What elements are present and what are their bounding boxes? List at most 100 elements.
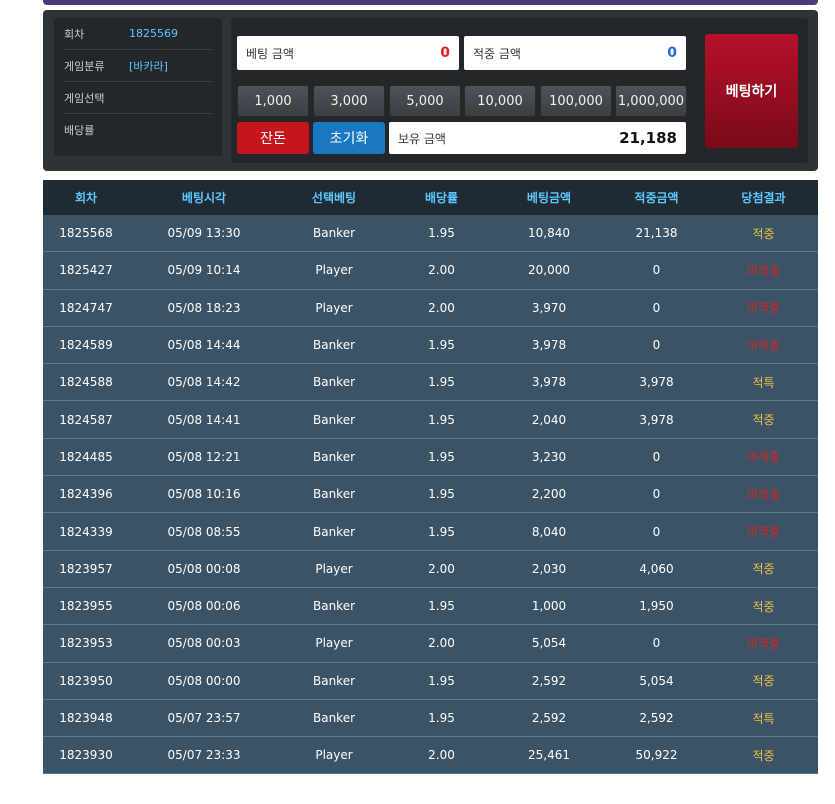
cell-bet-amount: 2,200 [531,487,567,502]
cell-selection: Player [315,263,353,278]
header-bet-amount: 베팅금액 [526,191,572,205]
chip-10000-button[interactable]: 10,000 [464,85,536,117]
cell-bet-amount: 2,030 [531,561,567,576]
table-row: 1824396 05/08 10:16 Banker 1.95 2,200 0 미적중 [43,476,818,514]
game-type-value: [바카라] [129,59,168,73]
bet-amount-field[interactable]: 베팅 금액 0 [237,36,459,70]
table-row: 1823953 05/08 00:03 Player 2.00 5,054 0 미적중 [43,625,818,663]
cell-odds: 1.95 [428,711,455,725]
cell-result: 적특 [752,375,775,390]
cell-result: 미적중 [746,525,781,540]
table-row: 1824485 05/08 12:21 Banker 1.95 3,230 0 미적중 [43,438,818,477]
cell-bet-amount: 2,592 [531,711,567,725]
bet-amount-label: 베팅 금액 [246,46,294,61]
cell-result: 미적중 [746,450,781,465]
cell-bet-time: 05/07 23:57 [167,711,241,725]
cell-result: 적중 [752,226,775,241]
header-round: 회차 [74,191,98,205]
cell-round: 1824396 [59,487,113,502]
cell-result: 적중 [752,413,775,428]
cell-bet-amount: 10,840 [528,226,570,241]
cell-result: 적중 [752,562,775,577]
cell-win-amount: 0 [652,487,661,502]
cell-bet-amount: 3,978 [531,338,567,353]
game-info-box: 회차 1825569 게임분류 [바카라] 게임선택 배당률 [54,18,222,156]
cell-win-amount: 21,138 [635,226,678,241]
cell-odds: 2.00 [428,748,455,763]
table-header: 회차 베팅시각 선택베팅 배당률 베팅금액 적중금액 당첨결과 [43,180,818,215]
cell-result: 적중 [752,674,775,689]
bet-controls: 베팅 금액 0 적중 금액 0 1,000 3,000 5,000 10,000… [231,18,808,163]
cell-selection: Banker [312,487,356,502]
table-row: 1824747 05/08 18:23 Player 2.00 3,970 0 미적중 [43,289,818,327]
game-select-label: 게임선택 [64,91,105,105]
round-value: 1825569 [129,27,178,40]
win-amount-value: 0 [667,45,677,61]
cell-win-amount: 0 [652,338,661,353]
cell-selection: Player [315,561,353,576]
cell-result: 적중 [752,748,775,763]
table-body: 1825568 05/09 13:30 Banker 1.95 10,840 21,138… [43,215,818,775]
reset-button[interactable]: 초기화 [313,122,385,154]
cell-round: 1824589 [59,338,113,353]
header-bet-time: 베팅시각 [181,191,227,205]
cell-selection: Banker [312,599,356,614]
chip-5000-button[interactable]: 5,000 [389,85,461,117]
cell-bet-time: 05/08 14:41 [167,412,241,427]
cell-odds: 1.95 [428,524,455,539]
remainder-button[interactable]: 잔돈 [237,122,309,154]
cell-bet-time: 05/08 10:16 [167,487,241,502]
header-selection: 선택베팅 [311,191,357,205]
info-row-odds: 배당률 [64,114,212,145]
cell-round: 1823950 [59,673,113,688]
cell-win-amount: 4,060 [639,561,674,576]
cell-bet-amount: 1,000 [531,599,567,614]
place-bet-button[interactable]: 베팅하기 [705,34,798,148]
cell-round: 1823948 [59,711,113,725]
cell-odds: 1.95 [428,338,455,353]
win-amount-field: 적중 금액 0 [464,36,686,70]
betting-panel: 회차 1825569 게임분류 [바카라] 게임선택 배당률 베팅 금액 0 적… [43,10,818,171]
cell-bet-amount: 3,978 [531,375,567,390]
cell-win-amount: 50,922 [635,748,678,763]
balance-label: 보유 금액 [398,131,446,146]
table-row: 1824587 05/08 14:41 Banker 1.95 2,040 3,978 적중 [43,401,818,439]
table-row: 1823948 05/07 23:57 Banker 1.95 2,592 2,592 적특 [43,699,818,738]
cell-selection: Player [315,300,353,315]
chip-100000-button[interactable]: 100,000 [540,85,612,117]
cell-round: 1823953 [59,636,113,651]
chip-1000000-button[interactable]: 1,000,000 [615,85,687,117]
cell-win-amount: 0 [652,524,661,539]
cell-bet-time: 05/08 14:42 [167,375,241,390]
table-row: 1824339 05/08 08:55 Banker 1.95 8,040 0 미적중 [43,513,818,551]
cell-odds: 2.00 [428,263,455,278]
cell-bet-time: 05/09 13:30 [167,226,241,241]
balance-field: 보유 금액 21,188 [389,122,686,154]
cell-bet-time: 05/08 00:00 [167,673,241,688]
cell-win-amount: 1,950 [639,599,674,614]
odds-label: 배당률 [64,123,95,137]
cell-bet-amount: 20,000 [528,263,570,278]
info-row-round: 회차 1825569 [64,18,212,50]
cell-odds: 1.95 [428,412,455,427]
cell-selection: Banker [312,375,356,390]
cell-round: 1824485 [59,449,113,464]
cell-result: 미적중 [746,263,781,278]
cell-bet-amount: 5,054 [531,636,567,651]
bet-amount-value: 0 [440,45,450,61]
cell-bet-amount: 2,040 [531,412,567,427]
table-row: 1824589 05/08 14:44 Banker 1.95 3,978 0 미적중 [43,326,818,365]
cell-bet-amount: 2,592 [531,673,567,688]
cell-round: 1823930 [59,748,113,763]
cell-bet-amount: 3,230 [531,449,567,464]
chip-3000-button[interactable]: 3,000 [313,85,385,117]
chip-1000-button[interactable]: 1,000 [237,85,309,117]
cell-bet-time: 05/08 00:08 [167,561,241,576]
game-type-label: 게임분류 [64,59,105,73]
info-row-game-type: 게임분류 [바카라] [64,50,212,82]
cell-selection: Banker [312,673,356,688]
table-row: 1823955 05/08 00:06 Banker 1.95 1,000 1,950 적중 [43,587,818,626]
cell-bet-time: 05/08 12:21 [167,449,241,464]
table-row: 1823950 05/08 00:00 Banker 1.95 2,592 5,054 적중 [43,662,818,700]
cell-bet-time: 05/08 14:44 [167,338,241,353]
